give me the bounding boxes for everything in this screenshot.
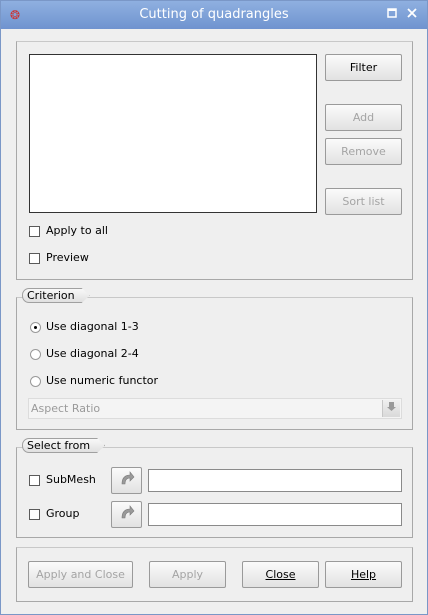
submesh-field[interactable] — [148, 469, 402, 492]
group-label: Group — [46, 507, 80, 520]
diagonal-2-4-radio[interactable] — [30, 349, 41, 360]
select-arrow-icon — [119, 505, 135, 524]
filter-button[interactable]: Filter — [325, 54, 402, 81]
title-bar: ❂ Cutting of quadrangles — [1, 1, 427, 29]
preview-checkbox[interactable] — [29, 253, 40, 264]
window-title: Cutting of quadrangles — [139, 7, 289, 22]
criterion-title: Criterion — [22, 288, 90, 303]
select-from-title: Select from — [22, 438, 105, 453]
group-select-button[interactable] — [111, 501, 142, 528]
submesh-checkbox[interactable] — [29, 475, 40, 486]
group-checkbox[interactable] — [29, 509, 40, 520]
apply-and-close-button[interactable]: Apply and Close — [28, 561, 133, 588]
remove-button[interactable]: Remove — [325, 138, 402, 165]
submesh-select-button[interactable] — [111, 467, 142, 494]
functor-combo[interactable]: Aspect Ratio — [28, 398, 402, 419]
elements-list[interactable] — [29, 54, 317, 213]
maximize-icon[interactable] — [385, 7, 399, 21]
numeric-functor-label: Use numeric functor — [46, 374, 159, 387]
numeric-functor-radio[interactable] — [30, 376, 41, 387]
diagonal-2-4-label: Use diagonal 2-4 — [46, 347, 139, 360]
close-icon[interactable] — [405, 7, 419, 21]
sort-list-button[interactable]: Sort list — [325, 188, 402, 215]
functor-combo-value: Aspect Ratio — [31, 402, 101, 415]
select-arrow-icon — [119, 471, 135, 490]
add-button[interactable]: Add — [325, 104, 402, 131]
help-button[interactable]: Help — [325, 561, 402, 588]
submesh-label: SubMesh — [46, 473, 96, 486]
diagonal-1-3-label: Use diagonal 1-3 — [46, 320, 139, 333]
preview-label: Preview — [46, 251, 89, 264]
apply-button[interactable]: Apply — [149, 561, 226, 588]
chevron-down-icon[interactable] — [382, 400, 400, 417]
group-field[interactable] — [148, 503, 402, 526]
apply-to-all-checkbox[interactable] — [29, 226, 40, 237]
close-button[interactable]: Close — [242, 561, 319, 588]
dialog-window: ❂ Cutting of quadrangles Filter Add Remo… — [0, 0, 428, 615]
apply-to-all-label: Apply to all — [46, 224, 108, 237]
diagonal-1-3-radio[interactable] — [30, 322, 41, 333]
